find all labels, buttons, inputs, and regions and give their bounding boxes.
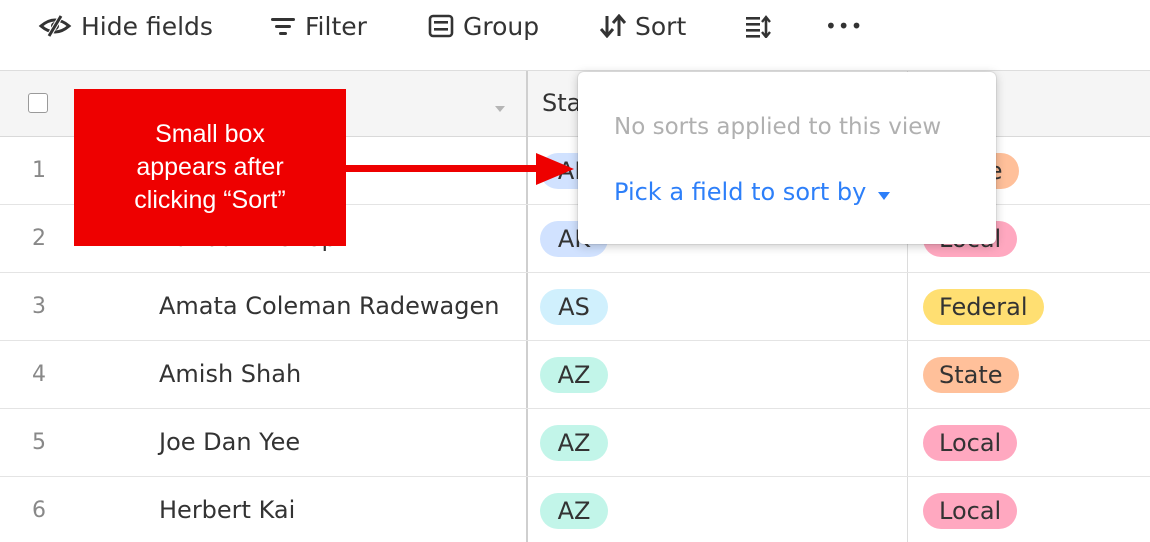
- filter-icon: [270, 15, 296, 37]
- filter-label: Filter: [305, 11, 367, 41]
- sort-icon: [600, 14, 626, 38]
- row-number: 1: [32, 158, 46, 183]
- sort-label: Sort: [635, 11, 687, 41]
- table-row[interactable]: 3 Amata Coleman Radewagen AS Federal: [0, 273, 1150, 341]
- group-label: Group: [463, 11, 540, 41]
- eye-slash-icon: [38, 14, 72, 38]
- state-pill: AZ: [540, 357, 608, 393]
- name-cell[interactable]: Joe Dan Yee: [159, 428, 300, 456]
- row-number: 2: [32, 226, 46, 251]
- annotation-line: Small box: [155, 120, 265, 148]
- state-pill: AZ: [540, 425, 608, 461]
- hide-fields-label: Hide fields: [81, 11, 213, 41]
- row-height-icon: [745, 14, 771, 38]
- annotation-line: appears after: [136, 153, 284, 181]
- annotation-callout: Small box appears after clicking “Sort”: [74, 89, 346, 246]
- table-row[interactable]: 6 Herbert Kai AZ Local: [0, 477, 1150, 542]
- name-cell[interactable]: Herbert Kai: [159, 496, 295, 524]
- more-icon: •••: [825, 14, 864, 38]
- sort-popover: No sorts applied to this view Pick a fie…: [578, 72, 996, 244]
- state-pill: AZ: [540, 493, 608, 529]
- filter-button[interactable]: Filter: [270, 6, 367, 46]
- view-toolbar: Hide fields Filter Group Sort •••: [0, 0, 1150, 52]
- table-row[interactable]: 5 Joe Dan Yee AZ Local: [0, 409, 1150, 477]
- no-sorts-text: No sorts applied to this view: [614, 114, 942, 140]
- sort-button[interactable]: Sort: [600, 6, 686, 46]
- level-pill: Local: [923, 425, 1018, 461]
- group-button[interactable]: Group: [428, 6, 539, 46]
- row-number: 6: [32, 498, 46, 523]
- name-cell[interactable]: Amish Shah: [159, 360, 301, 388]
- level-pill: State: [923, 357, 1019, 393]
- level-pill: Federal: [923, 289, 1044, 325]
- row-number: 4: [32, 362, 46, 387]
- row-number: 5: [32, 430, 46, 455]
- table-row[interactable]: 4 Amish Shah AZ State: [0, 341, 1150, 409]
- annotation-line: clicking “Sort”: [134, 186, 286, 214]
- group-icon: [428, 14, 454, 38]
- caret-down-icon: [878, 178, 891, 206]
- name-cell[interactable]: Amata Coleman Radewagen: [159, 292, 499, 320]
- row-height-button[interactable]: [745, 6, 771, 46]
- annotation-arrow-icon: [340, 150, 576, 194]
- state-pill: AS: [540, 289, 608, 325]
- chevron-down-icon[interactable]: [494, 98, 506, 117]
- app-root: Hide fields Filter Group Sort ••• Sta 1 …: [0, 0, 1150, 542]
- select-all-checkbox[interactable]: [28, 93, 48, 113]
- state-column-header[interactable]: Sta: [542, 89, 581, 117]
- pick-sort-field-button[interactable]: Pick a field to sort by: [614, 178, 891, 206]
- pick-sort-field-label: Pick a field to sort by: [614, 178, 867, 206]
- more-button[interactable]: •••: [825, 6, 863, 46]
- row-number: 3: [32, 294, 46, 319]
- level-pill: Local: [923, 493, 1018, 529]
- hide-fields-button[interactable]: Hide fields: [38, 6, 213, 46]
